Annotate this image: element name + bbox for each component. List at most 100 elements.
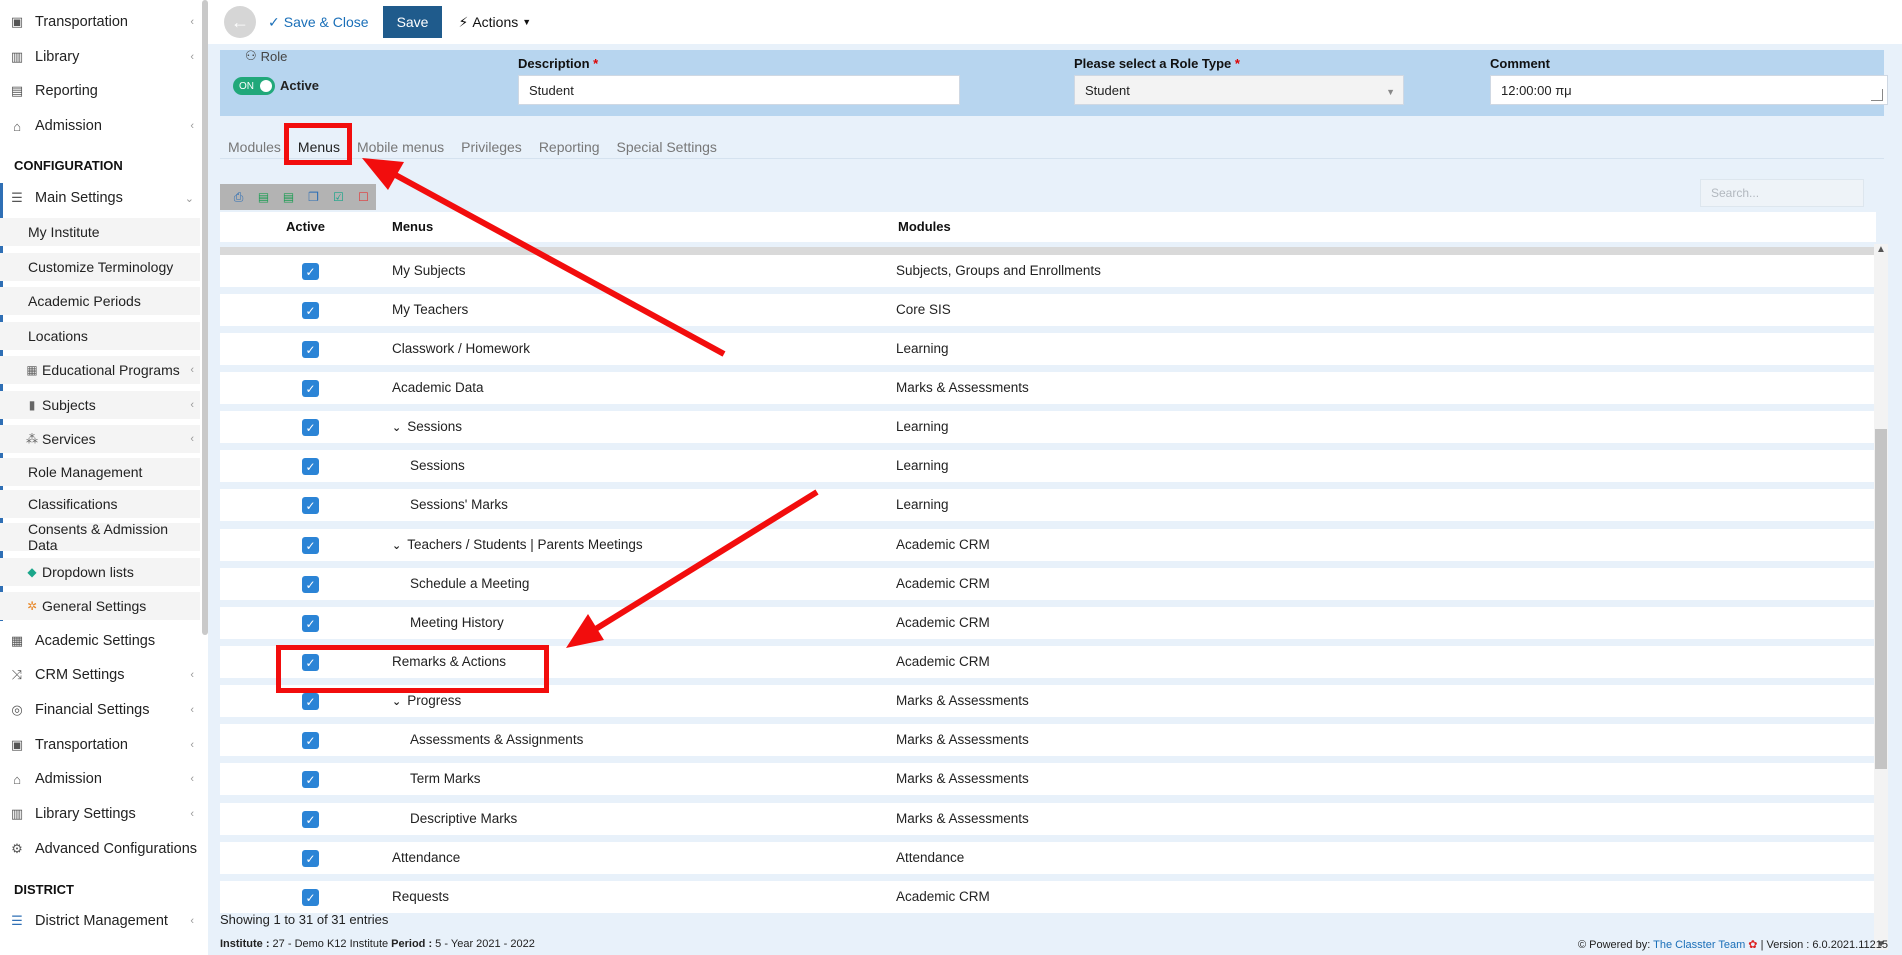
building-icon: ⌂	[13, 118, 21, 134]
sidebar-item-admission-2[interactable]: ⌂ Admission ‹	[0, 765, 200, 793]
tab-reporting[interactable]: Reporting	[539, 139, 600, 155]
menu-cell: Classwork / Homework	[392, 341, 531, 356]
building-icon: ⌂	[13, 771, 21, 787]
tab-modules[interactable]: Modules	[228, 139, 281, 155]
back-button[interactable]: ←	[224, 6, 256, 38]
active-checkbox[interactable]: ✓	[302, 419, 319, 436]
description-field[interactable]: Student	[518, 75, 960, 105]
header-menus: Menus	[392, 219, 434, 234]
sidebar-item-transportation[interactable]: ▣ Transportation ‹	[0, 8, 200, 36]
active-checkbox[interactable]: ✓	[302, 497, 319, 514]
sidebar-item-crm-settings[interactable]: ⤨ CRM Settings ‹	[0, 661, 200, 689]
active-checkbox[interactable]: ✓	[302, 341, 319, 358]
arrow-left-icon: ←	[231, 11, 249, 32]
table-row: ✓ ⌄ Teachers / Students | Parents Meetings…	[220, 529, 1876, 561]
check-all-icon[interactable]: ☑	[326, 190, 351, 204]
chevron-left-icon: ‹	[190, 364, 194, 376]
list-icon: ☰	[11, 913, 23, 928]
active-checkbox[interactable]: ✓	[302, 693, 319, 710]
active-checkbox[interactable]: ✓	[302, 537, 319, 554]
coins-icon: ◎	[11, 702, 23, 717]
sidebar-sub-general-settings[interactable]: ✲ General Settings	[0, 592, 200, 620]
module-cell: Core SIS	[896, 302, 951, 317]
uncheck-all-icon[interactable]: ☐	[351, 190, 376, 204]
active-checkbox[interactable]: ✓	[302, 380, 319, 397]
csv-icon[interactable]: ▤	[276, 190, 301, 204]
tab-special-settings[interactable]: Special Settings	[617, 139, 717, 155]
tab-mobile-menus[interactable]: Mobile menus	[357, 139, 444, 155]
sidebar-sub-customize-terminology[interactable]: Customize Terminology	[0, 253, 200, 281]
menu-cell: Assessments & Assignments	[410, 732, 584, 747]
role-type-select[interactable]: Student ▼	[1074, 75, 1404, 105]
sidebar-sub-services[interactable]: ⁂ Services ‹	[0, 425, 200, 453]
menu-cell: My Subjects	[392, 263, 466, 278]
module-cell: Marks & Assessments	[896, 771, 1029, 786]
active-checkbox[interactable]: ✓	[302, 263, 319, 280]
sidebar-sub-my-institute[interactable]: My Institute	[0, 218, 200, 246]
active-checkbox[interactable]: ✓	[302, 615, 319, 632]
copyright-icon: ©	[1577, 939, 1587, 951]
scroll-up-icon[interactable]: ▲	[1876, 244, 1886, 255]
description-label: Description *	[518, 56, 599, 71]
save-button[interactable]: Save	[382, 6, 443, 38]
sidebar-sub-consents[interactable]: Consents & Admission Data	[0, 521, 200, 553]
active-checkbox[interactable]: ✓	[302, 458, 319, 475]
print-icon[interactable]: ⎙	[226, 190, 251, 205]
search-input[interactable]: Search...	[1700, 179, 1864, 207]
save-close-button[interactable]: ✓ Save & Close	[268, 14, 369, 31]
sidebar-item-financial-settings[interactable]: ◎ Financial Settings ‹	[0, 696, 200, 724]
sidebar-sub-dropdown-lists[interactable]: ◆ Dropdown lists	[0, 558, 200, 586]
sidebar-item-district-management[interactable]: ☰ District Management ‹	[0, 907, 200, 935]
highlight-remarks-row	[276, 645, 549, 693]
table-row: ✓ Academic Data Marks & Assessments	[220, 372, 1876, 404]
sidebar-sub-subjects[interactable]: ▮ Subjects ‹	[0, 391, 200, 419]
sidebar-item-advanced-configurations[interactable]: ⚙ Advanced Configurations	[0, 835, 200, 863]
scroll-thumb[interactable]	[1875, 429, 1887, 769]
active-checkbox[interactable]: ✓	[302, 771, 319, 788]
gears-icon: ⚙	[11, 841, 23, 856]
resize-handle[interactable]	[1871, 89, 1883, 101]
sidebar-item-library[interactable]: ▥ Library ‹	[0, 43, 200, 71]
chevron-left-icon: ‹	[190, 915, 194, 927]
bolt-icon: ⚡	[458, 13, 469, 30]
comment-textarea[interactable]: 12:00:00 πμ	[1490, 75, 1888, 105]
active-label: Active	[280, 78, 320, 93]
books-icon: ▥	[10, 49, 24, 64]
sidebar-item-library-settings[interactable]: ▥ Library Settings ‹	[0, 800, 200, 828]
sidebar-item-academic-settings[interactable]: ▦ Academic Settings	[0, 627, 200, 655]
classter-team-link[interactable]: The Classter Team	[1653, 939, 1745, 951]
copy-icon[interactable]: ❐	[301, 190, 326, 204]
chevron-down-icon[interactable]: ⌄	[392, 696, 401, 708]
active-checkbox[interactable]: ✓	[302, 889, 319, 906]
active-checkbox[interactable]: ✓	[302, 850, 319, 867]
active-checkbox[interactable]: ✓	[302, 732, 319, 749]
module-cell: Academic CRM	[896, 537, 990, 552]
module-cell: Academic CRM	[896, 615, 990, 630]
sidebar-sub-academic-periods[interactable]: Academic Periods	[0, 287, 200, 315]
chevron-down-icon[interactable]: ⌄	[392, 422, 401, 434]
active-checkbox[interactable]: ✓	[302, 576, 319, 593]
active-toggle[interactable]: ON	[233, 77, 275, 95]
sidebar-item-reporting[interactable]: ▤ Reporting	[0, 77, 200, 105]
chevron-down-icon[interactable]: ⌄	[392, 540, 401, 552]
tab-privileges[interactable]: Privileges	[461, 139, 522, 155]
sidebar-item-admission[interactable]: ⌂ Admission ‹	[0, 112, 200, 140]
module-cell: Academic CRM	[896, 889, 990, 904]
sidebar-item-main-settings[interactable]: ☰ Main Settings ⌄	[0, 184, 200, 212]
table-scrollbar[interactable]: ▲ ▼	[1874, 244, 1888, 950]
actions-dropdown[interactable]: ⚡ Actions ▼	[458, 14, 531, 31]
excel-icon[interactable]: ▤	[251, 190, 276, 204]
active-checkbox[interactable]: ✓	[302, 302, 319, 319]
menu-cell: My Teachers	[392, 302, 469, 317]
active-checkbox[interactable]: ✓	[302, 811, 319, 828]
sidebar-sub-locations[interactable]: Locations	[0, 322, 200, 350]
sidebar-sub-educational-programs[interactable]: ▦ Educational Programs ‹	[0, 356, 200, 384]
table-row: ✓ Sessions Learning	[220, 450, 1876, 482]
caret-down-icon: ▼	[1386, 87, 1395, 97]
sidebar-sub-classifications[interactable]: Classifications	[0, 490, 200, 518]
section-configuration: CONFIGURATION	[14, 158, 123, 173]
sidebar-sub-role-management[interactable]: Role Management	[0, 458, 200, 486]
sidebar-item-transportation-2[interactable]: ▣ Transportation ‹	[0, 731, 200, 759]
toggle-knob	[260, 80, 272, 92]
table-row: ✓ Sessions' Marks Learning	[220, 489, 1876, 521]
